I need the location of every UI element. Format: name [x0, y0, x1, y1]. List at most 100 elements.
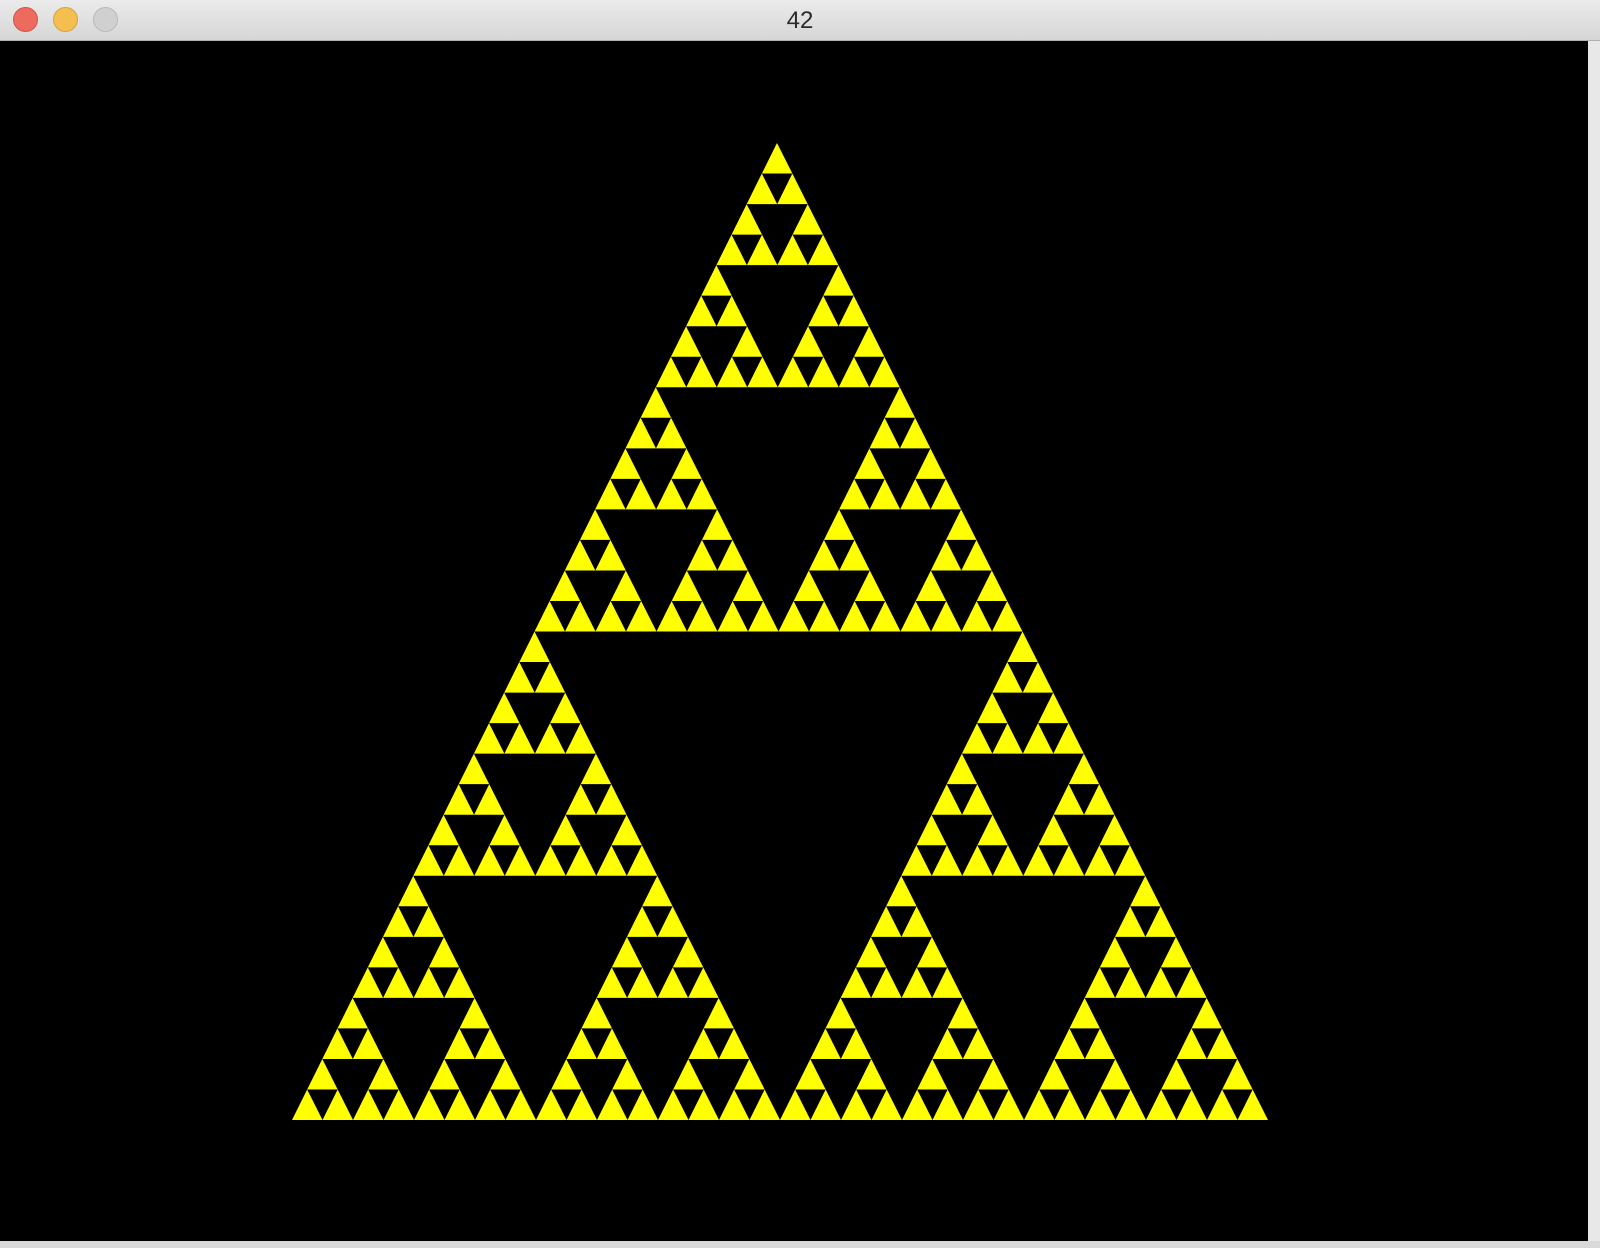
fractal-triangle — [716, 234, 747, 266]
fractal-triangle — [368, 1058, 399, 1090]
fractal-triangle — [489, 692, 520, 724]
fractal-triangle — [581, 997, 612, 1029]
fractal-triangle — [1099, 936, 1131, 968]
fractal-triangle — [686, 539, 718, 571]
title-bar[interactable]: 42 — [0, 0, 1600, 41]
fractal-triangle — [458, 753, 490, 785]
fractal-triangle — [931, 845, 963, 876]
fractal-triangle — [597, 1089, 628, 1120]
fractal-triangle — [566, 1028, 597, 1059]
fractal-triangle — [977, 814, 1008, 846]
sierpinski-fractal — [292, 143, 1268, 1120]
fractal-triangle — [1160, 936, 1192, 968]
fractal-triangle — [978, 1058, 1009, 1090]
fractal-triangle — [916, 814, 947, 846]
fractal-triangle — [976, 570, 1008, 601]
fractal-triangle — [625, 417, 656, 449]
fractal-triangle — [687, 600, 718, 632]
fractal-triangle — [992, 662, 1023, 693]
fractal-triangle — [352, 1028, 384, 1059]
fractal-triangle — [747, 356, 778, 388]
fractal-triangle — [1176, 967, 1207, 998]
fractal-triangle — [731, 326, 763, 357]
app-window: 42 — [0, 0, 1600, 1248]
fractal-triangle — [993, 1089, 1024, 1120]
fractal-triangle — [686, 478, 718, 510]
fractal-triangle — [931, 784, 963, 815]
fractal-triangle — [672, 936, 704, 968]
fractal-triangle — [961, 539, 992, 571]
fractal-triangle — [716, 356, 748, 388]
fractal-triangle — [504, 662, 535, 693]
fractal-triangle — [731, 204, 763, 235]
fractal-triangle — [961, 600, 992, 632]
fractal-triangle — [871, 1089, 902, 1120]
fractal-triangle — [626, 600, 657, 632]
fractal-triangle — [1115, 967, 1146, 998]
fractal-triangle — [1099, 814, 1130, 846]
fractal-triangle — [854, 448, 885, 479]
fractal-triangle — [595, 600, 626, 632]
fractal-triangle — [337, 997, 368, 1029]
fractal-triangle — [1022, 723, 1054, 754]
fractal-triangle — [686, 295, 717, 327]
fractal-triangle — [474, 845, 505, 876]
fractal-triangle — [322, 1028, 353, 1059]
fractal-triangle — [717, 539, 748, 571]
fractal-triangle — [870, 600, 901, 632]
fractal-triangle — [504, 723, 535, 754]
fractal-triangle — [443, 784, 475, 815]
fractal-triangle — [475, 1089, 506, 1120]
fractal-triangle — [808, 356, 839, 388]
fractal-triangle — [505, 1089, 536, 1120]
fractal-triangle — [899, 417, 931, 449]
fractal-triangle — [749, 1089, 780, 1120]
fractal-triangles — [292, 143, 1268, 1120]
fractal-triangle — [596, 967, 628, 998]
fractal-triangle — [474, 1028, 506, 1059]
fractal-triangle — [673, 1058, 704, 1090]
fractal-triangle — [716, 295, 748, 327]
fractal-triangle — [1222, 1058, 1253, 1090]
fractal-triangle — [549, 570, 581, 601]
fractal-triangle — [884, 387, 916, 418]
fractal-triangle — [459, 997, 490, 1029]
fractal-triangle — [901, 967, 933, 998]
fractal-triangle — [655, 417, 687, 449]
fractal-triangle — [793, 570, 825, 601]
fractal-triangle — [792, 326, 824, 357]
fractal-triangle — [808, 295, 839, 327]
fractal-triangle — [1054, 1028, 1085, 1059]
fractal-triangle — [823, 265, 854, 296]
fractal-triangle — [1176, 1028, 1207, 1059]
fractal-triangle — [1237, 1089, 1268, 1120]
fractal-triangle — [930, 478, 962, 510]
fractal-triangle — [1024, 1089, 1055, 1120]
fractal-triangle — [732, 570, 764, 601]
fractal-triangle — [992, 845, 1024, 876]
fractal-triangle — [1130, 875, 1161, 907]
fractal-triangle — [777, 234, 808, 266]
fractal-triangle — [1007, 631, 1038, 663]
fractal-triangle — [490, 1058, 521, 1090]
fractal-triangle — [640, 387, 672, 418]
fractal-triangle — [595, 478, 626, 510]
fractal-triangle — [580, 753, 612, 785]
fractal-triangle — [566, 1089, 597, 1120]
fractal-triangle — [565, 784, 597, 815]
fractal-triangle — [870, 906, 902, 937]
fractal-triangle — [353, 1089, 384, 1120]
fractal-triangle — [1145, 906, 1176, 937]
fractal-triangle — [1161, 1058, 1192, 1090]
fractal-triangle — [1084, 1028, 1116, 1059]
fractal-triangle — [1054, 1089, 1085, 1120]
fractal-triangle — [777, 173, 808, 205]
fractal-triangle — [536, 1089, 567, 1120]
fractal-triangle — [840, 967, 872, 998]
fractal-triangle — [961, 723, 993, 754]
fractal-triangle — [1022, 662, 1054, 693]
fractal-triangle — [658, 1089, 689, 1120]
fractal-triangle — [414, 1089, 445, 1120]
fractal-triangle — [656, 478, 687, 510]
fractal-triangle — [307, 1058, 338, 1090]
